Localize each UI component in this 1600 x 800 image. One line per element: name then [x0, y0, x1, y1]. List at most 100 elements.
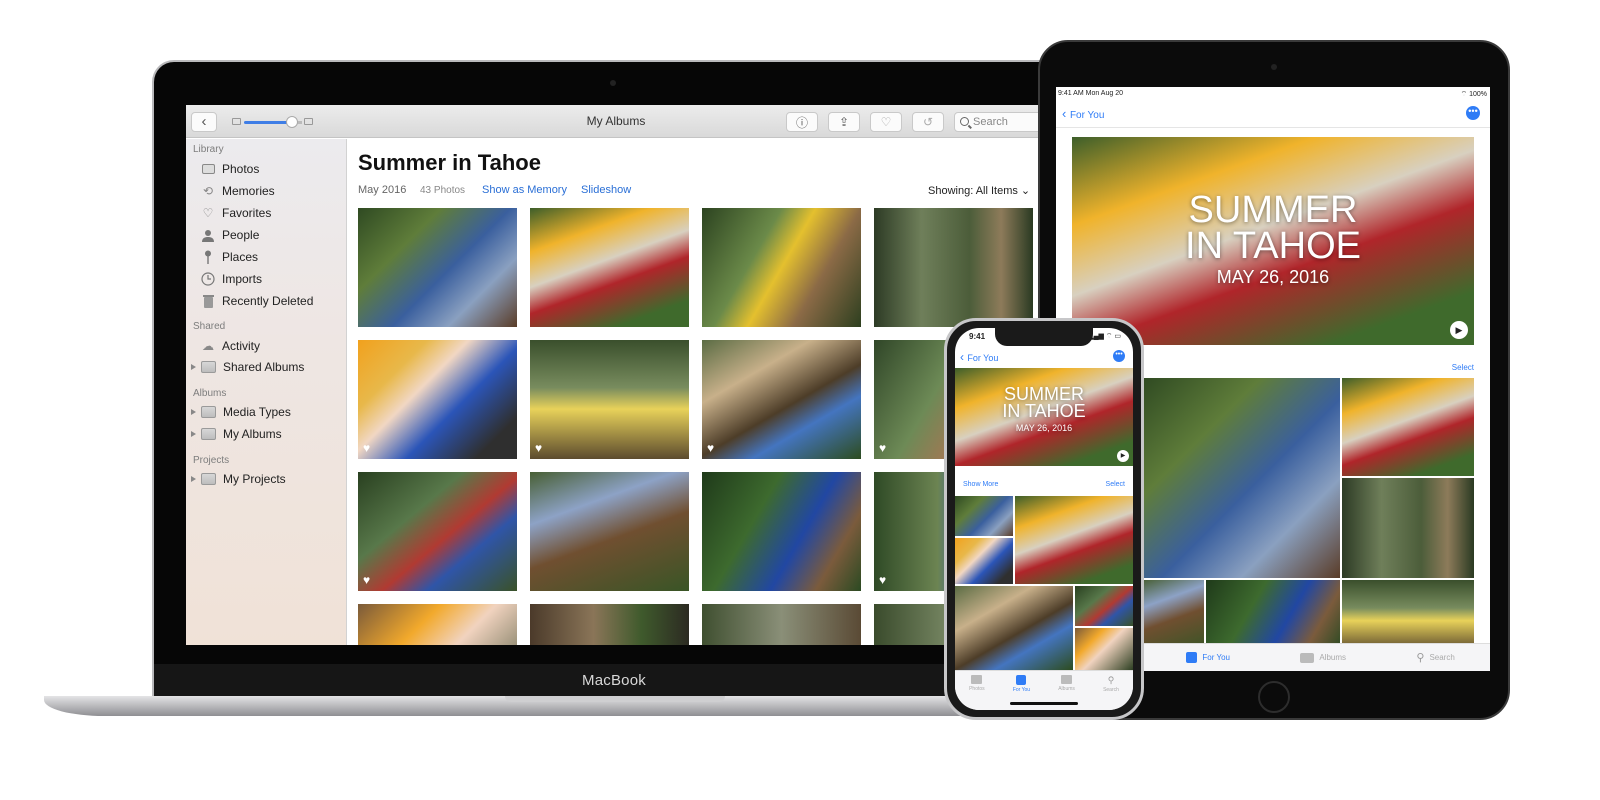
tab-albums[interactable]: Albums	[1300, 652, 1346, 663]
memories-icon: ⟲	[202, 184, 214, 198]
iphone-more-button[interactable]: •••	[1113, 350, 1125, 362]
photo-thumbnail[interactable]	[530, 208, 689, 327]
sidebar-item-shared-albums[interactable]: Shared Albums	[191, 358, 304, 376]
photo-thumbnail[interactable]	[874, 208, 1033, 327]
tab-photos[interactable]: Photos	[969, 675, 985, 692]
photo-tile[interactable]	[1342, 378, 1474, 476]
hero-title: SUMMER IN TAHOE	[1072, 191, 1474, 265]
sidebar-item-imports[interactable]: Imports	[200, 270, 262, 288]
sidebar-item-my-albums[interactable]: My Albums	[191, 425, 282, 443]
wifi-icon: ⌔	[1460, 91, 1470, 98]
ipad-more-button[interactable]: •••	[1466, 106, 1480, 120]
ipad-back-button[interactable]: ‹ For You	[1062, 106, 1104, 121]
tab-search[interactable]: ⚲ Search	[1416, 651, 1454, 664]
sidebar-item-recently-deleted[interactable]: Recently Deleted	[200, 292, 313, 310]
photo-tile[interactable]	[1075, 586, 1133, 626]
photo-tile[interactable]	[1342, 580, 1474, 650]
tab-label: For You	[1202, 653, 1230, 662]
photo-thumbnail[interactable]: ♥	[702, 340, 861, 459]
iphone-back-button[interactable]: ‹ For You	[960, 350, 998, 364]
photo-tile[interactable]	[1015, 496, 1133, 584]
ipad-home-button[interactable]	[1258, 681, 1290, 713]
photo-thumbnail[interactable]	[358, 604, 517, 645]
disclosure-triangle-icon[interactable]	[191, 476, 196, 482]
sidebar-item-my-projects[interactable]: My Projects	[191, 470, 286, 488]
zoom-slider-track[interactable]	[244, 121, 292, 124]
ipad-select-button[interactable]: Select	[1452, 363, 1474, 372]
search-placeholder: Search	[973, 116, 1008, 128]
slideshow-link[interactable]: Slideshow	[581, 184, 631, 196]
ipad-status-time: 9:41 AM Mon Aug 20	[1058, 90, 1123, 97]
photo-tile[interactable]	[1142, 580, 1204, 650]
rotate-button[interactable]: ↺	[912, 112, 944, 132]
zoom-slider-knob[interactable]	[286, 116, 298, 128]
search-input[interactable]: Search	[954, 112, 1046, 132]
photo-tile[interactable]	[955, 538, 1013, 584]
play-icon[interactable]: ▶	[1450, 321, 1468, 339]
sidebar-item-label: Memories	[222, 184, 275, 198]
tab-search[interactable]: ⚲ Search	[1103, 675, 1119, 693]
photos-icon	[200, 162, 216, 176]
disclosure-triangle-icon[interactable]	[191, 364, 196, 370]
iphone-memory-hero[interactable]: SUMMER IN TAHOE MAY 26, 2016 ▶	[955, 368, 1133, 466]
macbook-camera	[610, 80, 616, 86]
photo-thumbnail[interactable]: ♥	[358, 472, 517, 591]
hero-title: SUMMER IN TAHOE	[955, 385, 1133, 420]
iphone-screen: 9:41 ▂▄▆ ⌔ ▭ ‹ For You ••• SUMMER IN TAHO…	[955, 328, 1133, 710]
tab-label: Search	[1429, 653, 1455, 662]
photo-thumbnail[interactable]	[530, 472, 689, 591]
photo-tile[interactable]	[955, 586, 1073, 670]
sidebar-item-media-types[interactable]: Media Types	[191, 403, 291, 421]
iphone-home-indicator[interactable]	[1010, 702, 1078, 705]
sidebar-item-places[interactable]: Places	[200, 248, 258, 266]
photo-tile[interactable]	[1342, 478, 1474, 578]
favorite-heart-icon: ♥	[363, 573, 371, 587]
person-icon	[200, 228, 216, 242]
sidebar-item-favorites[interactable]: ♡ Favorites	[200, 204, 272, 222]
share-button[interactable]: ⇪	[828, 112, 860, 132]
info-button[interactable]: ⓘ	[786, 112, 818, 132]
sidebar-item-activity[interactable]: ☁ Activity	[200, 337, 260, 355]
photo-thumbnail[interactable]	[702, 472, 861, 591]
photo-tile[interactable]	[1075, 628, 1133, 670]
sidebar-item-label: Media Types	[223, 405, 291, 419]
photo-tile[interactable]	[1142, 378, 1340, 578]
favorite-button[interactable]: ♡	[870, 112, 902, 132]
photos-icon	[971, 675, 983, 684]
sidebar-item-photos[interactable]: Photos	[200, 160, 259, 178]
favorite-heart-icon: ♥	[879, 573, 887, 587]
photo-thumbnail[interactable]	[358, 208, 517, 327]
photo-thumbnail[interactable]: ♥	[358, 340, 517, 459]
sidebar-item-memories[interactable]: ⟲ Memories	[200, 182, 275, 200]
macbook-label: MacBook	[582, 672, 646, 689]
tab-albums[interactable]: Albums	[1058, 675, 1075, 692]
show-more-button[interactable]: Show More	[963, 481, 998, 488]
iphone-select-button[interactable]: Select	[1106, 481, 1125, 488]
photo-thumbnail[interactable]	[702, 208, 861, 327]
sidebar-section-shared: Shared	[193, 321, 226, 332]
tab-for-you[interactable]: For You	[1186, 652, 1230, 663]
sidebar-item-label: Photos	[222, 162, 260, 176]
hero-date: MAY 26, 2016	[1216, 267, 1330, 287]
ipad-camera	[1271, 64, 1277, 70]
back-button[interactable]: ‹	[191, 112, 217, 132]
tab-for-you[interactable]: For You	[1013, 675, 1030, 693]
sidebar-item-people[interactable]: People	[200, 226, 259, 244]
album-content: Summer in Tahoe May 2016 43 Photos Show …	[348, 139, 1046, 645]
photo-tile[interactable]	[955, 496, 1013, 536]
play-icon[interactable]: ▶	[1117, 450, 1129, 462]
trash-icon	[200, 294, 216, 308]
photos-app-window: ‹ My Albums ⓘ ⇪ ♡ ↺ Search Library Photo…	[186, 105, 1046, 645]
folder-icon	[201, 473, 216, 485]
show-as-memory-link[interactable]: Show as Memory	[482, 184, 567, 196]
sidebar-section-projects: Projects	[193, 455, 230, 466]
disclosure-triangle-icon[interactable]	[191, 409, 196, 415]
ipad-memory-hero[interactable]: SUMMER IN TAHOE MAY 26, 2016 ▶	[1072, 137, 1474, 345]
photo-thumbnail[interactable]	[530, 604, 689, 645]
disclosure-triangle-icon[interactable]	[191, 431, 196, 437]
photo-thumbnail[interactable]: ♥	[530, 340, 689, 459]
photo-tile[interactable]	[1206, 580, 1340, 650]
photo-thumbnail[interactable]	[702, 604, 861, 645]
showing-filter-dropdown[interactable]: Showing: All Items ⌄	[928, 184, 1030, 197]
folder-icon	[201, 406, 216, 418]
